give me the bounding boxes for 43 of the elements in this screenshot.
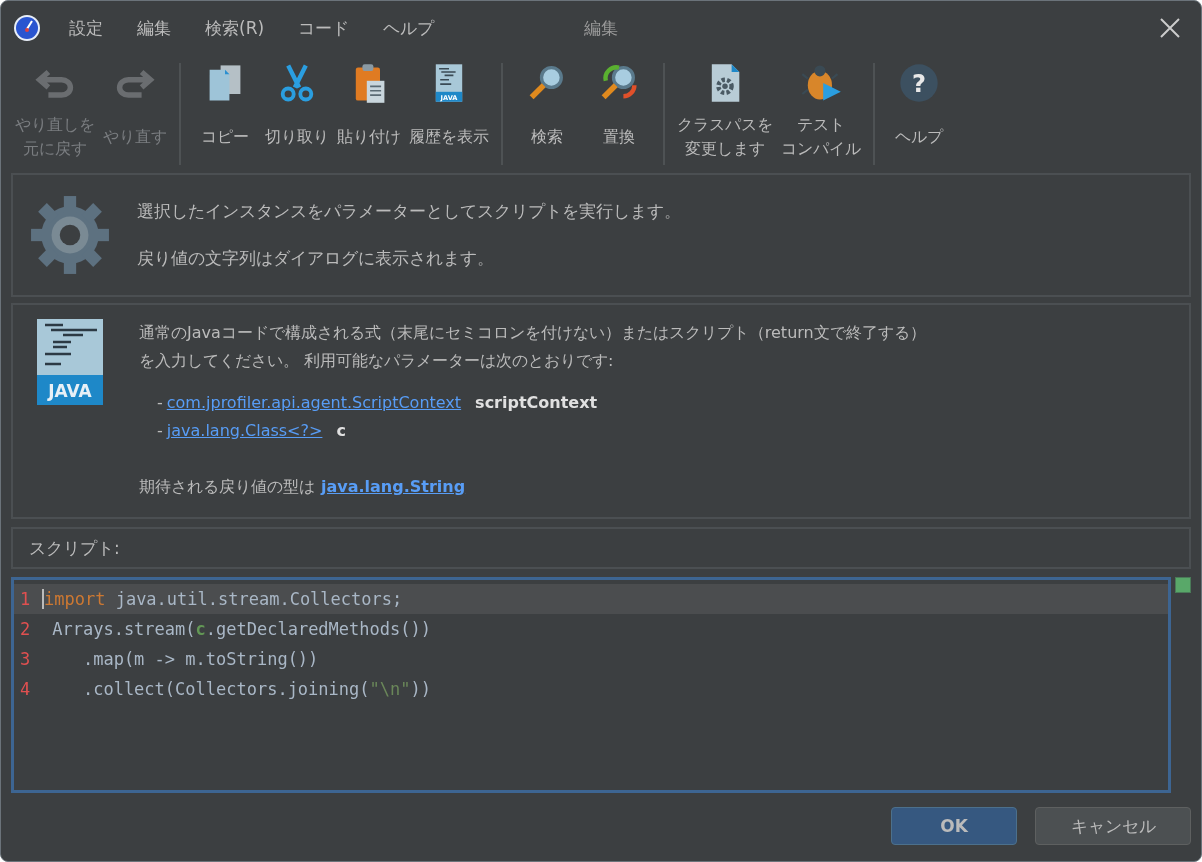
window-title: 編集 — [584, 16, 618, 40]
code-line: .map(m -> m.toString()) — [81, 649, 319, 669]
return-type-text: 期待される戻り値の型は — [139, 476, 315, 498]
script-label: スクリプト: — [29, 536, 120, 560]
line-number: 2 — [19, 619, 32, 639]
toolbar-button[interactable]: コピー — [189, 55, 261, 169]
type-link[interactable]: java.lang.String — [321, 473, 466, 501]
type-link[interactable]: com.jprofiler.api.agent.ScriptContext — [166, 389, 462, 417]
code-line: Arrays.stream(c.getDeclaredMethods()) — [51, 619, 431, 639]
close-icon[interactable] — [1159, 17, 1181, 39]
info-text: 戻り値の文字列はダイアログに表示されます。 — [137, 247, 495, 270]
gear-icon — [29, 194, 111, 276]
menu-item[interactable]: コード — [298, 16, 350, 40]
toolbar-button[interactable]: ? ヘルプ — [883, 55, 955, 169]
menu-item[interactable]: ヘルプ — [383, 16, 435, 40]
line-number: 4 — [19, 679, 32, 699]
toolbar-button[interactable]: 置換 — [583, 55, 655, 169]
line-number: 3 — [19, 649, 32, 669]
code-line: import java.util.stream.Collectors; — [42, 589, 403, 609]
java-file-icon: JAVA — [37, 319, 103, 405]
gauge-icon — [13, 14, 41, 42]
status-indicator-icon — [1175, 577, 1191, 593]
type-link[interactable]: java.lang.Class<?> — [166, 417, 323, 445]
code-line: .collect(Collectors.joining("\n")) — [81, 679, 431, 699]
parameter-name: c — [336, 420, 346, 442]
info-text: 選択したインスタンスをパラメーターとしてスクリプトを実行します。 — [137, 200, 681, 223]
bullet-text: - — [157, 420, 163, 442]
menu-item[interactable]: 編集 — [137, 16, 171, 40]
cancel-button[interactable]: キャンセル — [1035, 807, 1191, 845]
line-number: 1 — [19, 589, 32, 609]
bullet-text: - — [157, 392, 163, 414]
ok-button[interactable]: OK — [891, 807, 1017, 845]
parameter-name: scriptContext — [475, 392, 598, 414]
toolbar-button[interactable]: テスト コンパイル — [777, 55, 865, 169]
toolbar-button[interactable]: クラスパスを 変更します — [673, 55, 777, 169]
help-icon: ? — [897, 61, 941, 105]
toolbar-button[interactable]: 切り取り — [261, 55, 333, 169]
code-editor[interactable]: 1 import java.util.stream.Collectors; 2 Arrays.stream(c.getDeclaredMethods()) 3 .map(m -> m.toString()) 4 .collect(Collectors.joining("\n")) — [11, 577, 1171, 793]
menu-item[interactable]: 設定 — [69, 16, 103, 40]
menu-item[interactable]: 検索(R) — [205, 16, 265, 40]
toolbar-button[interactable]: 検索 — [511, 55, 583, 169]
description-text: 通常のJavaコードで構成される式（末尾にセミコロンを付けない）またはスクリプト（return文で終了する） を入力してください。 利用可能なパラメーターは次のとおりです: — [139, 322, 926, 372]
toolbar-button[interactable]: 貼り付け — [333, 55, 405, 169]
